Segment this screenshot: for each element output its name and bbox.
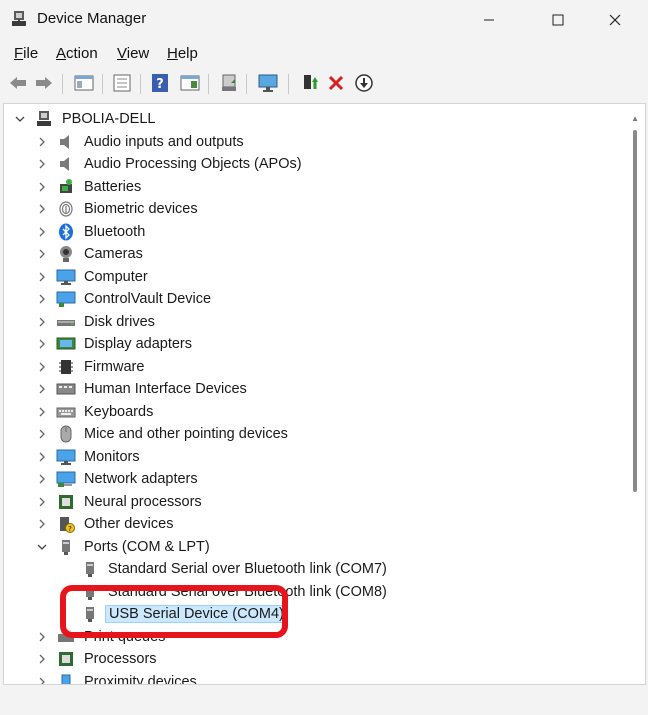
tree-item-hid[interactable]: Human Interface Devices (34, 378, 250, 400)
speaker-icon (56, 154, 76, 174)
chevron-right-icon[interactable] (34, 426, 50, 442)
chevron-right-icon[interactable] (34, 516, 50, 532)
chevron-right-icon[interactable] (34, 156, 50, 172)
tree-item-other-devices[interactable]: ? Other devices (34, 513, 176, 535)
network-adapter-icon (56, 469, 76, 489)
speaker-icon (56, 132, 76, 152)
device-manager-app-icon (10, 10, 28, 28)
properties-button[interactable] (110, 71, 134, 95)
svg-text:?: ? (68, 525, 72, 533)
disable-device-button[interactable] (352, 71, 376, 95)
chevron-right-icon[interactable] (34, 224, 50, 240)
chevron-right-icon[interactable] (34, 314, 50, 330)
tree-item-keyboards[interactable]: Keyboards (34, 401, 156, 423)
minimize-button[interactable] (466, 0, 512, 40)
tree-item-network-adapters[interactable]: Network adapters (34, 468, 201, 490)
menu-help[interactable]: Help (167, 45, 198, 62)
chip-icon (56, 357, 76, 377)
computer-icon (34, 109, 54, 129)
uninstall-device-button[interactable] (324, 71, 348, 95)
bluetooth-icon (56, 222, 76, 242)
chevron-right-icon[interactable] (34, 674, 50, 684)
tree-item-display-adapters[interactable]: Display adapters (34, 333, 195, 355)
monitor-network-icon (56, 289, 76, 309)
port-icon (56, 537, 76, 557)
svg-text:?: ? (156, 77, 164, 92)
chevron-right-icon[interactable] (34, 246, 50, 262)
chevron-right-icon[interactable] (34, 381, 50, 397)
action-pane-button[interactable] (178, 71, 202, 95)
tree-item-ports[interactable]: Ports (COM & LPT) (34, 536, 213, 558)
tree-item-disk-drives[interactable]: Disk drives (34, 311, 158, 333)
help-button[interactable]: ? (148, 71, 172, 95)
disk-drive-icon (56, 312, 76, 332)
tree-item-audio-inputs[interactable]: Audio inputs and outputs (34, 131, 247, 153)
chevron-right-icon[interactable] (34, 629, 50, 645)
tree-item-computer[interactable]: Computer (34, 266, 151, 288)
chevron-down-icon[interactable] (34, 539, 50, 555)
tree-item-serial-com7[interactable]: Standard Serial over Bluetooth link (COM… (58, 558, 390, 580)
menu-bar: File Action View Help (0, 40, 648, 68)
monitor-device-button[interactable] (256, 71, 280, 95)
chevron-right-icon[interactable] (34, 404, 50, 420)
keyboard-icon (56, 402, 76, 422)
chevron-right-icon[interactable] (34, 134, 50, 150)
chevron-right-icon[interactable] (34, 359, 50, 375)
tree-item-biometric[interactable]: Biometric devices (34, 198, 201, 220)
scan-hardware-changes-button[interactable] (217, 71, 241, 95)
chevron-right-icon[interactable] (34, 291, 50, 307)
chevron-right-icon[interactable] (34, 179, 50, 195)
tree-root-label: PBOLIA-DELL (62, 111, 156, 127)
chevron-right-icon[interactable] (34, 471, 50, 487)
show-hide-console-tree-button[interactable] (72, 71, 96, 95)
chevron-right-icon[interactable] (34, 336, 50, 352)
status-bar (0, 686, 648, 715)
tree-item-controlvault[interactable]: ControlVault Device (34, 288, 214, 310)
tree-item-neural-processors[interactable]: Neural processors (34, 491, 205, 513)
chevron-right-icon[interactable] (34, 449, 50, 465)
unknown-device-icon: ? (56, 514, 76, 534)
scroll-up-arrow-icon[interactable]: ▲ (631, 114, 639, 123)
chevron-right-icon[interactable] (34, 201, 50, 217)
menu-action[interactable]: Action (56, 45, 98, 62)
window-title: Device Manager (37, 10, 147, 27)
tree-item-cameras[interactable]: Cameras (34, 243, 146, 265)
title-bar[interactable]: Device Manager (0, 0, 648, 40)
tree-item-mice[interactable]: Mice and other pointing devices (34, 423, 291, 445)
monitor-icon (56, 447, 76, 467)
chevron-down-icon[interactable] (12, 111, 28, 127)
chevron-right-icon[interactable] (34, 269, 50, 285)
maximize-button[interactable] (535, 0, 581, 40)
tree-item-monitors[interactable]: Monitors (34, 446, 143, 468)
tree-item-bluetooth[interactable]: Bluetooth (34, 221, 148, 243)
tree-item-batteries[interactable]: Batteries (34, 176, 144, 198)
chevron-right-icon[interactable] (34, 494, 50, 510)
tree-root[interactable]: PBOLIA-DELL (12, 108, 159, 130)
update-driver-button[interactable] (298, 71, 322, 95)
processor-icon (56, 649, 76, 669)
tree-item-processors[interactable]: Processors (34, 648, 160, 670)
chevron-right-icon[interactable] (34, 651, 50, 667)
back-button[interactable] (6, 71, 30, 95)
port-icon (80, 559, 100, 579)
toolbar: ? (0, 68, 648, 100)
display-adapter-icon (56, 334, 76, 354)
vertical-scrollbar[interactable] (633, 130, 637, 492)
menu-view[interactable]: View (117, 45, 149, 62)
highlight-annotation (60, 585, 288, 638)
proximity-icon (56, 672, 76, 684)
tree-item-proximity[interactable]: Proximity devices (34, 671, 200, 684)
monitor-icon (56, 267, 76, 287)
tree-item-firmware[interactable]: Firmware (34, 356, 147, 378)
hid-icon (56, 379, 76, 399)
fingerprint-icon (56, 199, 76, 219)
mouse-icon (56, 424, 76, 444)
close-button[interactable] (592, 0, 638, 40)
tree-item-apos[interactable]: Audio Processing Objects (APOs) (34, 153, 305, 175)
menu-file[interactable]: File (14, 45, 38, 62)
webcam-icon (56, 244, 76, 264)
processor-icon (56, 492, 76, 512)
battery-icon (56, 177, 76, 197)
forward-button[interactable] (32, 71, 56, 95)
